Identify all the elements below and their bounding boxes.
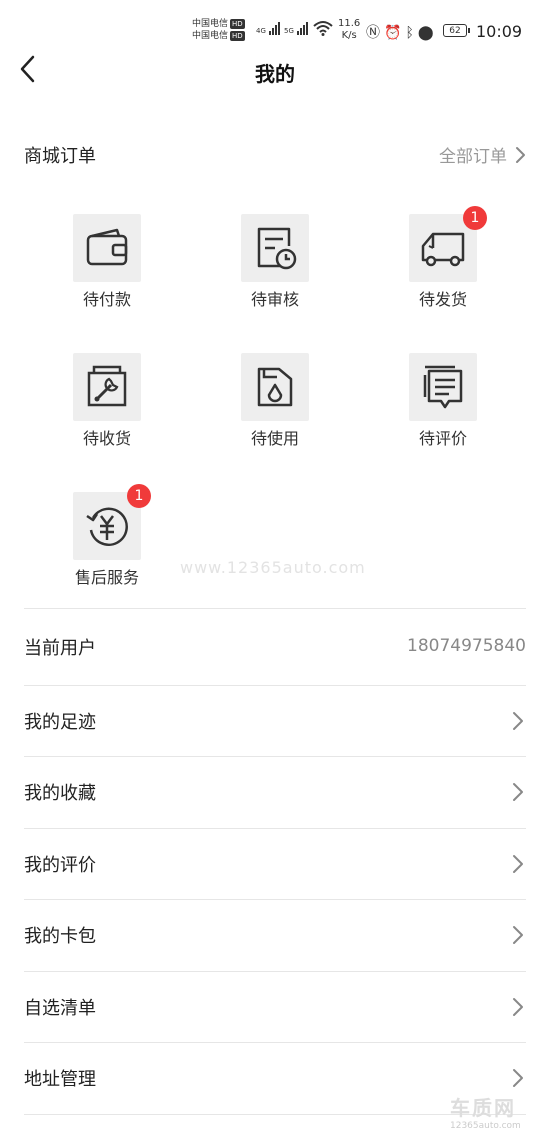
menu-item-card-wallet[interactable]: 我的卡包 xyxy=(24,900,526,970)
nfc-icon: Ⓝ xyxy=(366,25,384,41)
wrench-box-icon xyxy=(73,353,141,421)
menu-item-label: 我的足迹 xyxy=(24,712,96,733)
status-bar: 中国电信 HD 中国电信 HD 4G 5G 11.6 K/s Ⓝ⏰ᛒ⬤ 62 10:… xyxy=(0,0,550,60)
order-item-label: 待审核 xyxy=(250,290,299,309)
current-user-phone: 18074975840 xyxy=(407,636,526,656)
oil-can-icon xyxy=(241,353,309,421)
menu-item-favorites[interactable]: 我的收藏 xyxy=(24,757,526,827)
all-orders-label: 全部订单 xyxy=(439,147,507,167)
corner-logo-text: 车质网 xyxy=(450,1096,516,1120)
current-user-row: 当前用户 18074975840 xyxy=(24,612,526,682)
wifi-icon xyxy=(312,20,334,38)
order-item-label: 待发货 xyxy=(418,290,467,309)
order-pending-use[interactable]: 待使用 xyxy=(215,353,335,463)
document-clock-icon xyxy=(241,214,309,282)
menu-item-label: 我的评价 xyxy=(24,855,96,876)
carrier-1: 中国电信 xyxy=(192,19,229,29)
all-orders-link[interactable]: 全部订单 xyxy=(439,142,526,167)
order-item-label: 售后服务 xyxy=(74,568,139,587)
wallet-icon xyxy=(73,214,141,282)
chevron-right-icon xyxy=(513,998,523,1016)
network-type-label: 5G xyxy=(284,27,294,35)
order-pending-receipt[interactable]: 待收货 xyxy=(47,353,167,463)
order-after-sales[interactable]: 1 售后服务 xyxy=(47,484,167,602)
corner-logo-url: 12365auto.com xyxy=(450,1121,521,1131)
notification-badge: 1 xyxy=(463,206,487,230)
menu-item-label: 地址管理 xyxy=(24,1069,96,1090)
order-item-label: 待使用 xyxy=(250,429,299,448)
net-speed: 11.6 K/s xyxy=(338,18,360,42)
comment-list-icon xyxy=(409,353,477,421)
network-type-label: 4G xyxy=(256,27,266,35)
hd-badge: HD xyxy=(230,19,245,29)
net-speed-value: 11.6 xyxy=(338,18,361,29)
net-speed-unit: K/s xyxy=(341,30,357,41)
orders-title: 商城订单 xyxy=(24,146,96,167)
carrier-info: 中国电信 HD 中国电信 HD xyxy=(192,18,245,42)
chevron-right-icon xyxy=(513,1069,523,1087)
menu-item-watchlist[interactable]: 自选清单 xyxy=(24,972,526,1042)
menu-item-label: 我的收藏 xyxy=(24,783,96,804)
chevron-right-icon xyxy=(513,783,523,801)
signal-icon: 5G xyxy=(284,22,309,35)
status-icons: Ⓝ⏰ᛒ⬤ xyxy=(366,22,438,42)
chevron-right-icon xyxy=(516,147,525,163)
chevron-right-icon xyxy=(513,926,523,944)
order-item-label: 待收货 xyxy=(82,429,131,448)
alarm-icon: ⏰ xyxy=(384,25,406,41)
divider xyxy=(24,608,526,609)
notification-badge: 1 xyxy=(127,484,151,508)
hd-badge: HD xyxy=(230,31,245,41)
page-title: 我的 xyxy=(255,62,295,86)
current-user-label: 当前用户 xyxy=(24,638,96,659)
carrier-2: 中国电信 xyxy=(192,31,229,41)
chevron-right-icon xyxy=(513,855,523,873)
chevron-right-icon xyxy=(513,712,523,730)
order-item-label: 待评价 xyxy=(418,429,467,448)
order-pending-shipment[interactable]: 1 待发货 xyxy=(383,206,503,324)
bluetooth-icon: ᛒ xyxy=(405,25,418,41)
order-pending-payment[interactable]: 待付款 xyxy=(47,214,167,324)
battery-icon: 62 xyxy=(443,24,470,37)
corner-logo: 车质网 12365auto.com xyxy=(450,1092,540,1132)
menu-item-label: 自选清单 xyxy=(24,998,96,1019)
orders-section-header: 商城订单 全部订单 xyxy=(24,138,526,172)
order-item-label: 待付款 xyxy=(82,290,131,309)
menu-item-footprints[interactable]: 我的足迹 xyxy=(24,686,526,756)
location-icon: ⬤ xyxy=(417,25,438,41)
signal-icon: 4G xyxy=(256,22,281,35)
menu-item-label: 我的卡包 xyxy=(24,926,96,947)
order-pending-review[interactable]: 待审核 xyxy=(215,214,335,324)
clock: 10:09 xyxy=(476,22,523,41)
menu-item-reviews[interactable]: 我的评价 xyxy=(24,829,526,899)
order-pending-rating[interactable]: 待评价 xyxy=(383,353,503,463)
watermark: www.12365auto.com xyxy=(180,558,366,577)
